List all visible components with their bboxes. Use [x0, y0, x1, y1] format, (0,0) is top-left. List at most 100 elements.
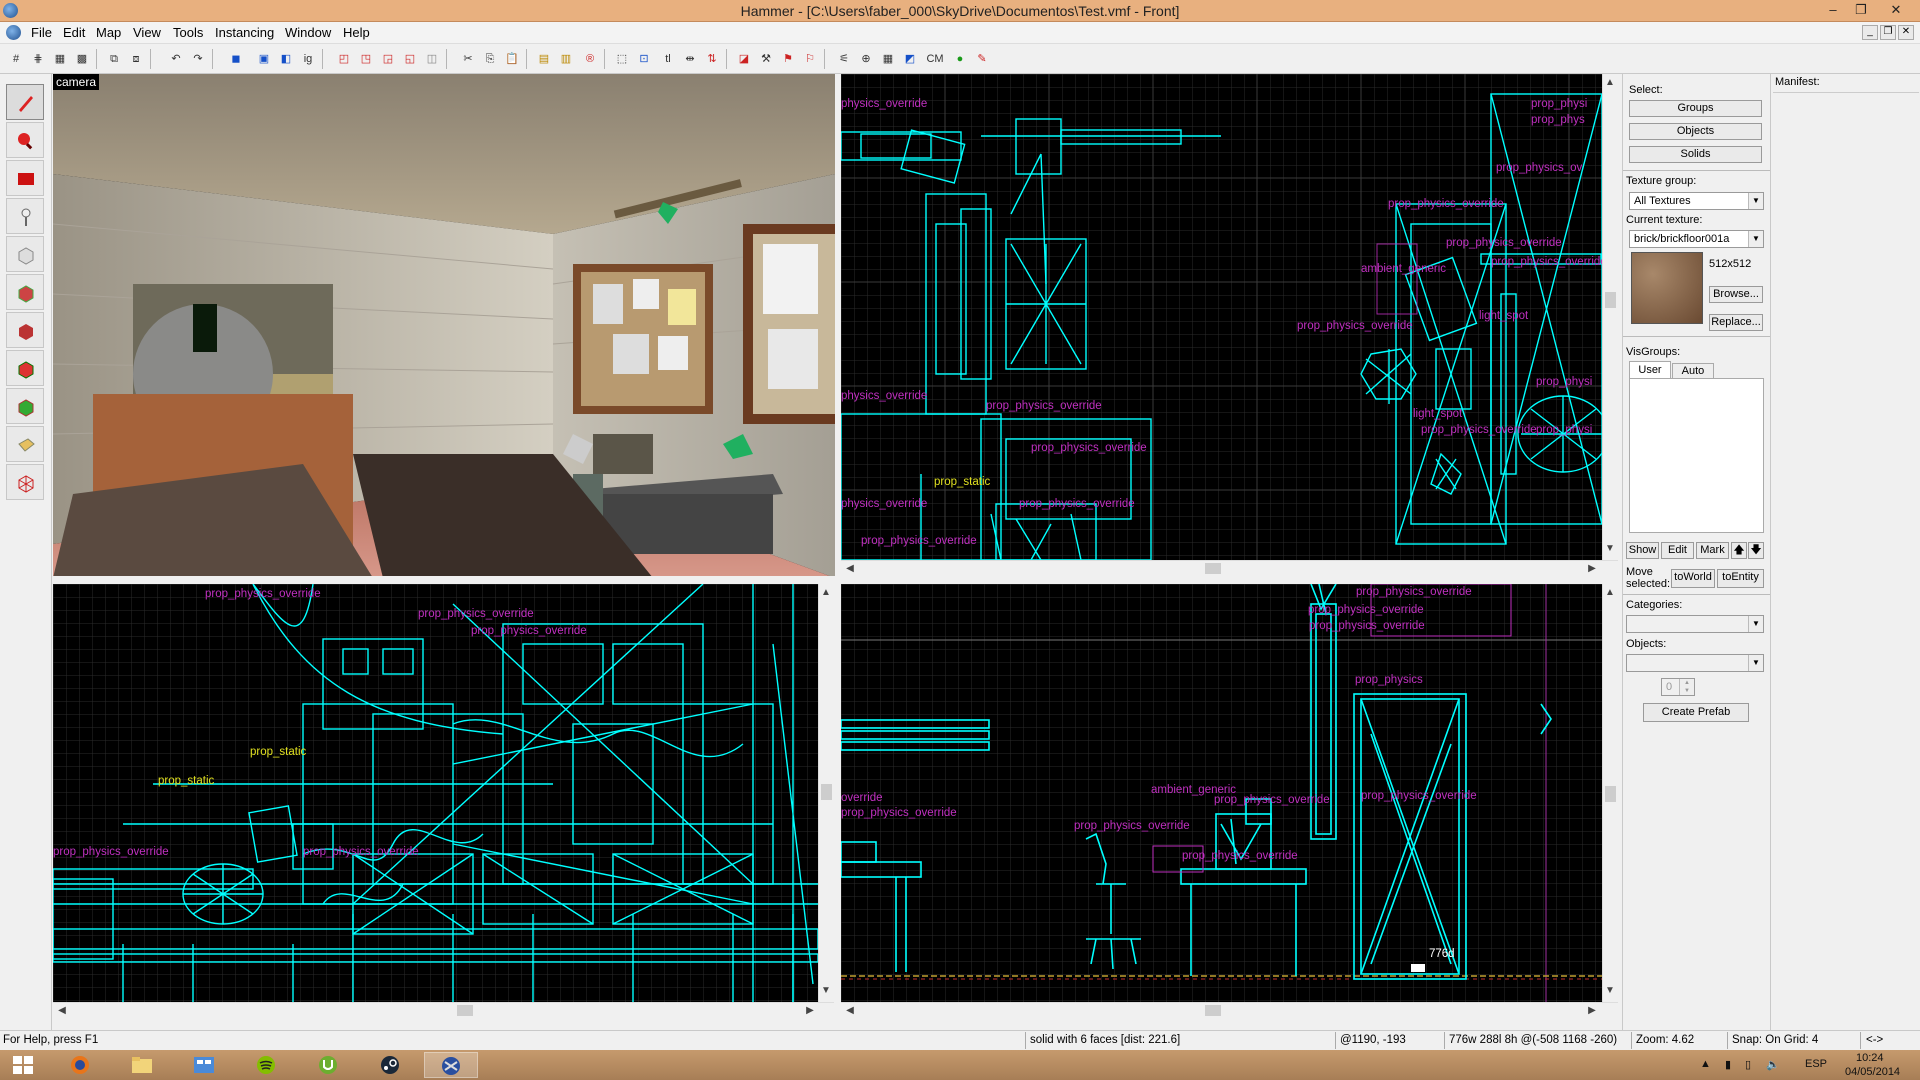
show-button[interactable]: Show — [1626, 542, 1659, 559]
camera-viewport[interactable]: camera — [53, 74, 835, 578]
language-indicator[interactable]: ESP — [1805, 1058, 1827, 1070]
scroll-left-arrow[interactable]: ◀ — [55, 1004, 69, 1018]
close-button[interactable]: ✕ — [1876, 0, 1916, 20]
scroll-thumb[interactable] — [1605, 786, 1616, 802]
copy-icon[interactable]: ⎘ — [480, 49, 500, 69]
texture-application-tool[interactable] — [6, 274, 44, 310]
groups-button[interactable]: Groups — [1629, 100, 1762, 117]
taskbar-spotify[interactable] — [240, 1052, 294, 1078]
bottom-right-horizontal-scrollbar[interactable]: ◀ ▶ — [841, 1002, 1618, 1018]
scroll-right-arrow[interactable]: ▶ — [1585, 1004, 1599, 1018]
scroll-down-arrow[interactable]: ▼ — [819, 984, 833, 998]
visgroups-user-tab[interactable]: User — [1629, 361, 1671, 378]
scroll-thumb[interactable] — [821, 784, 832, 800]
magnify-tool[interactable] — [6, 122, 44, 158]
mdi-restore-button[interactable]: ❐ — [1880, 25, 1896, 40]
visgroups-auto-tab[interactable]: Auto — [1672, 363, 1714, 378]
scroll-thumb[interactable] — [457, 1005, 473, 1016]
menu-edit[interactable]: Edit — [63, 25, 85, 40]
to-entity-button[interactable]: toEntity — [1717, 569, 1764, 588]
hide-unselected-icon[interactable]: ◳ — [356, 49, 376, 69]
horizontal-splitter[interactable] — [53, 576, 1618, 584]
run-map-icon[interactable]: ◪ — [734, 49, 754, 69]
scroll-thumb[interactable] — [1205, 563, 1221, 574]
move-up-icon[interactable]: 🡅 — [1731, 542, 1747, 559]
top-right-vertical-scrollbar[interactable]: ▲ ▼ — [1602, 74, 1618, 560]
minimize-button[interactable]: – — [1820, 0, 1846, 20]
grid-toggle-icon[interactable]: # — [6, 49, 26, 69]
battery-icon[interactable]: ▯ — [1745, 1058, 1751, 1071]
apply-current-texture-tool[interactable] — [6, 312, 44, 348]
cordon-icon[interactable]: ▤ — [534, 49, 554, 69]
decal-icon[interactable]: ⚐ — [800, 49, 820, 69]
menu-window[interactable]: Window — [285, 25, 331, 40]
bottom-left-2d-viewport[interactable]: prop_physics_override prop_physics_overr… — [53, 584, 818, 1002]
replace-button[interactable]: Replace... — [1709, 314, 1763, 331]
document-icon[interactable] — [6, 25, 21, 40]
taskbar-utorrent[interactable] — [302, 1052, 356, 1078]
create-prefab-button[interactable]: Create Prefab — [1643, 703, 1749, 722]
paste-icon[interactable]: 📋 — [502, 49, 522, 69]
browse-button[interactable]: Browse... — [1709, 286, 1763, 303]
menu-file[interactable]: File — [31, 25, 52, 40]
start-button[interactable] — [0, 1052, 48, 1078]
scroll-left-arrow[interactable]: ◀ — [843, 562, 857, 576]
solids-button[interactable]: Solids — [1629, 146, 1762, 163]
check-problems-icon[interactable]: ⚑ — [778, 49, 798, 69]
edit-button[interactable]: Edit — [1661, 542, 1694, 559]
overlay-tool[interactable] — [6, 388, 44, 424]
visgroups-list[interactable] — [1629, 378, 1764, 533]
redo-icon[interactable]: ↷ — [188, 49, 208, 69]
texture-lock-icon[interactable]: ◫ — [422, 49, 442, 69]
vertex-manipulation-tool[interactable] — [6, 464, 44, 500]
camera-tool[interactable] — [6, 160, 44, 196]
objects-count-spinner[interactable]: 0 ▲ ▼ — [1661, 678, 1695, 696]
entity-to-world-icon[interactable]: ◧ — [276, 49, 296, 69]
selection-box-icon[interactable]: ⬚ — [612, 49, 632, 69]
to-world-button[interactable]: toWorld — [1671, 569, 1715, 588]
green-sphere-icon[interactable]: ● — [950, 49, 970, 69]
menu-map[interactable]: Map — [96, 25, 121, 40]
scroll-up-arrow[interactable]: ▲ — [1603, 76, 1617, 90]
mdi-minimize-button[interactable]: _ — [1862, 25, 1878, 40]
vertical-splitter-bottom[interactable] — [834, 584, 841, 1018]
show-all-icon[interactable]: ◲ — [378, 49, 398, 69]
menu-help[interactable]: Help — [343, 25, 370, 40]
selection-tool[interactable] — [6, 84, 44, 120]
carve-icon[interactable]: ◼ — [226, 49, 246, 69]
clipping-tool[interactable] — [6, 426, 44, 462]
textures-icon[interactable]: ▦ — [878, 49, 898, 69]
clock-time[interactable]: 10:24 — [1856, 1052, 1884, 1064]
mark-button[interactable]: Mark — [1696, 542, 1729, 559]
model-icon[interactable]: ⚟ — [834, 49, 854, 69]
menu-tools[interactable]: Tools — [173, 25, 203, 40]
grid-3d-icon[interactable]: ⋕ — [28, 49, 48, 69]
grid-smaller-icon[interactable]: ▦ — [50, 49, 70, 69]
scroll-left-arrow[interactable]: ◀ — [843, 1004, 857, 1018]
menu-instancing[interactable]: Instancing — [215, 25, 274, 40]
hide-selected-icon[interactable]: ◰ — [334, 49, 354, 69]
scroll-right-arrow[interactable]: ▶ — [803, 1004, 817, 1018]
show-hidden-icons-icon[interactable]: ▲ — [1700, 1058, 1711, 1070]
scroll-right-arrow[interactable]: ▶ — [1585, 562, 1599, 576]
group-icon[interactable]: ⧉ — [104, 49, 124, 69]
taskbar-steam[interactable] — [364, 1052, 418, 1078]
categories-select[interactable]: ▼ — [1626, 615, 1764, 633]
move-down-icon[interactable]: 🡇 — [1748, 542, 1764, 559]
ungroup-icon[interactable]: ⧈ — [126, 49, 146, 69]
ignore-groups-icon[interactable]: ig — [298, 49, 318, 69]
taskbar-hammer[interactable] — [424, 1052, 478, 1078]
block-tool[interactable] — [6, 236, 44, 272]
radius-culling-icon[interactable]: ® — [580, 49, 600, 69]
flip-horizontal-icon[interactable]: ⇹ — [680, 49, 700, 69]
taskbar-control-panel[interactable] — [178, 1052, 232, 1078]
taskbar-file-explorer[interactable] — [116, 1052, 170, 1078]
menu-view[interactable]: View — [133, 25, 161, 40]
scroll-up-arrow[interactable]: ▲ — [819, 586, 833, 600]
overlay-icon[interactable]: ◩ — [900, 49, 920, 69]
clock-date[interactable]: 04/05/2014 — [1845, 1066, 1900, 1078]
top-right-2d-viewport[interactable]: physics_override prop_physi prop_phys pr… — [841, 74, 1602, 560]
taskbar-firefox[interactable] — [54, 1052, 108, 1078]
current-texture-select[interactable]: brick/brickfloor001a ▼ — [1629, 230, 1764, 248]
scroll-down-arrow[interactable]: ▼ — [1603, 984, 1617, 998]
